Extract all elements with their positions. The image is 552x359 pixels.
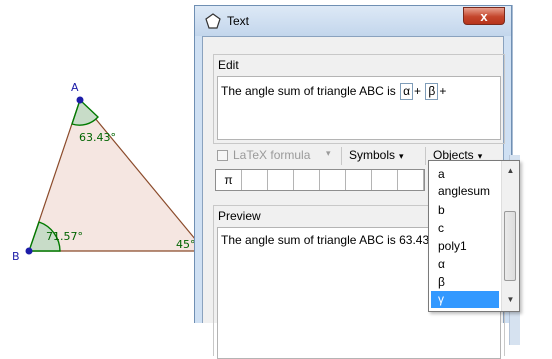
point-b-label: B	[12, 250, 20, 263]
latex-checkbox[interactable]	[217, 150, 228, 161]
angle-a-value: 63.43°	[79, 131, 116, 144]
preview-text: The angle sum of triangle ABC is 63.43	[221, 233, 430, 247]
symbol-cell[interactable]	[398, 170, 424, 190]
edit-legend: Edit	[218, 58, 239, 72]
scroll-thumb[interactable]	[504, 211, 516, 281]
point-a-label: A	[71, 81, 79, 94]
recent-symbols-row: π	[215, 169, 425, 191]
object-item-alpha[interactable]: α	[431, 256, 499, 273]
scroll-down-icon[interactable]: ▼	[502, 292, 519, 308]
toolbar-separator	[341, 147, 342, 165]
object-item-a[interactable]: a	[431, 166, 499, 183]
angle-b-value: 71.57°	[46, 230, 83, 243]
triangle-poly1[interactable]	[28, 98, 207, 252]
symbol-cell[interactable]	[294, 170, 320, 190]
symbols-label: Symbols	[349, 148, 396, 162]
edit-text-area[interactable]: The angle sum of triangle ABC is α + β +	[217, 76, 501, 140]
object-item-c[interactable]: c	[431, 220, 499, 237]
preview-legend: Preview	[218, 209, 261, 223]
latex-dropdown-arrow-icon[interactable]: ▾	[326, 148, 331, 159]
symbol-cell[interactable]	[242, 170, 268, 190]
point-b[interactable]	[25, 247, 33, 255]
close-button[interactable]: x	[463, 7, 505, 25]
edit-line: The angle sum of triangle ABC is α + β +	[221, 83, 446, 100]
dialog-titlebar[interactable]: Text x	[195, 6, 511, 36]
object-item-b[interactable]: b	[431, 202, 499, 219]
text-tool-icon	[205, 13, 221, 29]
object-item-beta[interactable]: β	[431, 274, 499, 291]
point-a[interactable]	[76, 96, 84, 104]
toolbar-separator	[425, 147, 426, 165]
list-scrollbar[interactable]: ▲ ▼	[501, 161, 519, 311]
object-box-alpha[interactable]: α	[400, 83, 414, 100]
objects-dropdown-list[interactable]: a anglesum b c poly1 α β γ ▲ ▼	[428, 160, 520, 312]
angle-c-value: 45°	[176, 238, 196, 251]
object-box-beta[interactable]: β	[425, 83, 439, 100]
symbol-cell[interactable]	[268, 170, 294, 190]
dialog-title: Text	[227, 14, 250, 28]
object-item-anglesum[interactable]: anglesum	[431, 183, 499, 200]
symbol-cell[interactable]	[372, 170, 398, 190]
symbol-cell[interactable]: π	[216, 170, 242, 190]
edit-text: The angle sum of triangle ABC is	[221, 84, 396, 98]
symbol-cell[interactable]	[346, 170, 372, 190]
object-item-poly1[interactable]: poly1	[431, 238, 499, 255]
edit-group: Edit The angle sum of triangle ABC is α +…	[213, 54, 505, 144]
symbol-cell[interactable]	[320, 170, 346, 190]
latex-label[interactable]: LaTeX formula	[233, 148, 310, 162]
chevron-down-icon: ▾	[399, 151, 404, 161]
symbols-button[interactable]: Symbols ▾	[349, 148, 404, 162]
plus-sign: +	[414, 84, 422, 98]
object-item-gamma[interactable]: γ	[431, 291, 499, 308]
scroll-up-icon[interactable]: ▲	[502, 163, 519, 179]
plus-sign: +	[439, 84, 447, 98]
